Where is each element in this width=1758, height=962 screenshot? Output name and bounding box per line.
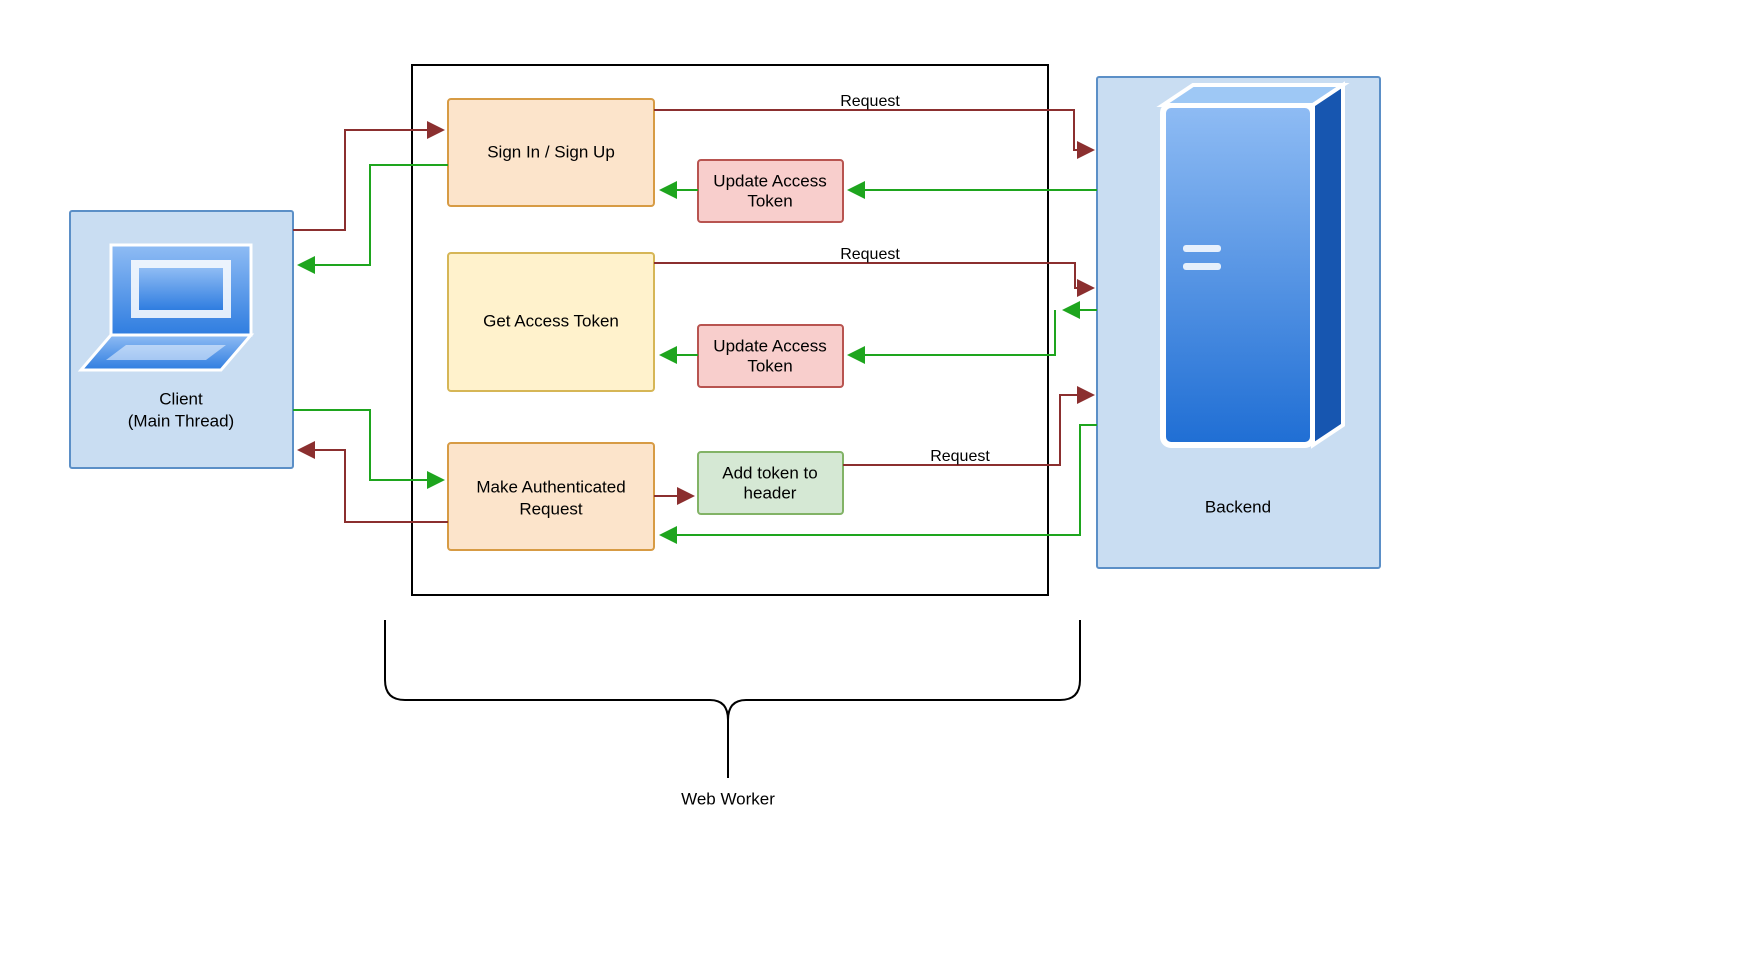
get-token-box: Get Access Token xyxy=(448,253,654,391)
get-token-label: Get Access Token xyxy=(483,311,619,330)
update-token2-label-1: Update Access xyxy=(713,336,826,355)
update-token1-label-2: Token xyxy=(747,191,792,210)
arrow-client-to-signin xyxy=(293,130,442,230)
client-label-2: (Main Thread) xyxy=(128,411,234,430)
arrow-gettoken-to-backend xyxy=(654,263,1092,288)
arrow-makeauth-to-client xyxy=(300,450,448,522)
update-token-box-2: Update Access Token xyxy=(698,325,843,387)
arrow-signin-to-backend xyxy=(654,110,1092,150)
client-panel: Client (Main Thread) xyxy=(70,211,293,468)
make-auth-label-1: Make Authenticated xyxy=(476,477,625,496)
web-worker-brace xyxy=(385,620,1080,778)
add-header-label-1: Add token to xyxy=(722,463,817,482)
update-token-box-1: Update Access Token xyxy=(698,160,843,222)
update-token1-label-1: Update Access xyxy=(713,171,826,190)
client-label-1: Client xyxy=(159,389,203,408)
signin-box: Sign In / Sign Up xyxy=(448,99,654,206)
diagram-canvas: Client (Main Thread) Backend Sign In / S… xyxy=(0,0,1758,962)
make-auth-box: Make Authenticated Request xyxy=(448,443,654,550)
web-worker-label: Web Worker xyxy=(681,789,775,808)
backend-label: Backend xyxy=(1205,497,1271,516)
request-label-2: Request xyxy=(840,246,900,263)
request-label-3: Request xyxy=(930,448,990,465)
arrow-backend-to-update2 xyxy=(850,310,1055,355)
arrow-signin-to-client xyxy=(300,165,448,265)
arrow-client-to-makeauth xyxy=(293,410,442,480)
add-header-box: Add token to header xyxy=(698,452,843,514)
add-header-label-2: header xyxy=(744,483,797,502)
signin-label: Sign In / Sign Up xyxy=(487,142,615,161)
backend-panel: Backend xyxy=(1097,77,1380,568)
make-auth-label-2: Request xyxy=(519,499,583,518)
server-icon xyxy=(1163,85,1343,445)
update-token2-label-2: Token xyxy=(747,356,792,375)
request-label-1: Request xyxy=(840,93,900,110)
